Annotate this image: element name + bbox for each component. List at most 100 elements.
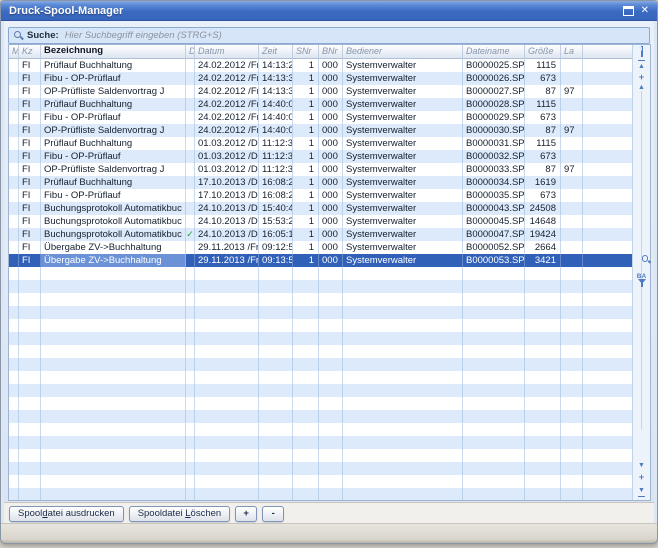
cell-dateiname: B0000043.SPO — [463, 202, 525, 215]
cell-snr — [293, 280, 319, 293]
table-row[interactable]: FIBuchungsprotokoll Automatikbuc24.10.20… — [9, 215, 633, 228]
cell-zeit: 14:40:06 — [259, 111, 293, 124]
cell-zeit: 09:12:50 — [259, 241, 293, 254]
cell-filler — [583, 371, 633, 384]
cell-la — [561, 215, 583, 228]
cell-d — [186, 306, 195, 319]
cell-datum: 24.02.2012 /Fr — [195, 111, 259, 124]
cell-datum: 01.03.2012 /Do — [195, 150, 259, 163]
cell-m — [9, 163, 19, 176]
cell-filler — [583, 319, 633, 332]
cell-bezeichnung: OP-Prüfliste Saldenvortrag J — [41, 85, 186, 98]
column-header-la[interactable]: La — [561, 45, 583, 58]
cell-bezeichnung: OP-Prüfliste Saldenvortrag J — [41, 163, 186, 176]
grid-search-icon[interactable] — [635, 255, 648, 266]
table-row[interactable]: FIOP-Prüfliste Saldenvortrag J01.03.2012… — [9, 163, 633, 176]
cell-groesse — [525, 449, 561, 462]
cell-datum — [195, 449, 259, 462]
add-button[interactable]: + — [235, 506, 257, 522]
cell-bnr: 000 — [319, 241, 343, 254]
cell-d — [186, 163, 195, 176]
cell-la — [561, 267, 583, 280]
cell-filler — [583, 293, 633, 306]
column-header-bediener[interactable]: Bediener — [343, 45, 463, 58]
table-row[interactable]: FIBuchungsprotokoll Automatikbuc✓24.10.2… — [9, 228, 633, 241]
cell-m — [9, 384, 19, 397]
cell-d — [186, 98, 195, 111]
cell-zeit — [259, 293, 293, 306]
cell-snr — [293, 358, 319, 371]
cell-filler — [583, 137, 633, 150]
column-header-snr[interactable]: SNr — [293, 45, 319, 58]
cell-groesse: 1619 — [525, 176, 561, 189]
table-row[interactable]: FIFibu - OP-Prüflauf17.10.2013 /Do16:08:… — [9, 189, 633, 202]
columns-icon[interactable] — [635, 241, 648, 252]
cell-dateiname: B0000029.SPO — [463, 111, 525, 124]
scroll-down-icon[interactable]: ▼ — [635, 461, 648, 472]
table-row[interactable]: FIBuchungsprotokoll Automatikbuc24.10.20… — [9, 202, 633, 215]
title-bar[interactable]: Druck-Spool-Manager ✕ — [1, 1, 657, 21]
column-header-zeit[interactable]: Zeit — [259, 45, 293, 58]
search-input[interactable]: Hier Suchbegriff eingeben (STRG+S) — [65, 30, 222, 41]
cell-bnr: 000 — [319, 254, 343, 267]
table-row[interactable]: FIPrüflauf Buchhaltung24.02.2012 /Fr14:4… — [9, 98, 633, 111]
cell-la — [561, 306, 583, 319]
delete-spool-button[interactable]: Spooldatei Löschen — [129, 506, 230, 522]
filter-icon[interactable] — [635, 283, 648, 294]
cell-bediener: Systemverwalter — [343, 137, 463, 150]
table-row[interactable]: FIFibu - OP-Prüflauf01.03.2012 /Do11:12:… — [9, 150, 633, 163]
column-header-bezeichnung[interactable]: Bezeichnung — [41, 45, 186, 58]
table-row[interactable]: FIFibu - OP-Prüflauf24.02.2012 /Fr14:40:… — [9, 111, 633, 124]
column-chooser-icon[interactable] — [635, 46, 648, 57]
cell-bediener — [343, 488, 463, 500]
table-row[interactable]: FIOP-Prüfliste Saldenvortrag J24.02.2012… — [9, 85, 633, 98]
search-bar[interactable]: Suche: Hier Suchbegriff eingeben (STRG+S… — [8, 27, 650, 44]
pan-down-icon[interactable]: + — [635, 472, 648, 483]
table-row[interactable]: FIPrüflauf Buchhaltung17.10.2013 /Do16:0… — [9, 176, 633, 189]
table-row[interactable]: FIPrüflauf Buchhaltung24.02.2012 /Fr14:1… — [9, 59, 633, 72]
remove-button[interactable]: - — [262, 506, 284, 522]
cell-bezeichnung — [41, 384, 186, 397]
scroll-to-bottom-icon[interactable]: ▼ — [635, 484, 648, 495]
print-spool-button[interactable]: Spooldatei ausdrucken — [9, 506, 124, 522]
table-row[interactable]: FIÜbergabe ZV->Buchhaltung29.11.2013 /Fr… — [9, 254, 633, 267]
cell-bnr — [319, 436, 343, 449]
cell-kz — [19, 319, 41, 332]
column-header-bnr[interactable]: BNr — [319, 45, 343, 58]
cell-groesse — [525, 293, 561, 306]
cell-d — [186, 462, 195, 475]
cell-bediener — [343, 332, 463, 345]
scroll-to-top-icon[interactable]: ▲ — [635, 60, 648, 71]
cell-bezeichnung: Fibu - OP-Prüflauf — [41, 150, 186, 163]
restore-icon[interactable] — [623, 6, 634, 16]
cell-datum — [195, 345, 259, 358]
table-row[interactable]: FIOP-Prüfliste Saldenvortrag J24.02.2012… — [9, 124, 633, 137]
empty-row — [9, 345, 633, 358]
cell-datum: 24.02.2012 /Fr — [195, 72, 259, 85]
column-header-d[interactable]: D — [186, 45, 195, 58]
cell-zeit: 11:12:36 — [259, 163, 293, 176]
cell-groesse — [525, 319, 561, 332]
cell-d — [186, 202, 195, 215]
cell-bezeichnung: Buchungsprotokoll Automatikbuc — [41, 228, 186, 241]
empty-row — [9, 423, 633, 436]
table-row[interactable]: FIÜbergabe ZV->Buchhaltung29.11.2013 /Fr… — [9, 241, 633, 254]
cell-filler — [583, 332, 633, 345]
column-header-dateiname[interactable]: Dateiname — [463, 45, 525, 58]
close-icon[interactable]: ✕ — [641, 6, 649, 16]
column-header-kz[interactable]: Kz — [19, 45, 41, 58]
cell-bezeichnung — [41, 293, 186, 306]
table-row[interactable]: FIPrüflauf Buchhaltung01.03.2012 /Do11:1… — [9, 137, 633, 150]
cell-bezeichnung — [41, 436, 186, 449]
cell-bezeichnung — [41, 397, 186, 410]
table-row[interactable]: FIFibu - OP-Prüflauf24.02.2012 /Fr14:13:… — [9, 72, 633, 85]
cell-bezeichnung — [41, 345, 186, 358]
column-header-groesse[interactable]: Größe — [525, 45, 561, 58]
cell-d — [186, 384, 195, 397]
pan-up-icon[interactable]: + — [635, 72, 648, 83]
cell-kz: FI — [19, 189, 41, 202]
cell-filler — [583, 423, 633, 436]
column-header-m[interactable]: M — [9, 45, 19, 58]
column-header-datum[interactable]: Datum — [195, 45, 259, 58]
window-content: Suche: Hier Suchbegriff eingeben (STRG+S… — [4, 21, 654, 521]
